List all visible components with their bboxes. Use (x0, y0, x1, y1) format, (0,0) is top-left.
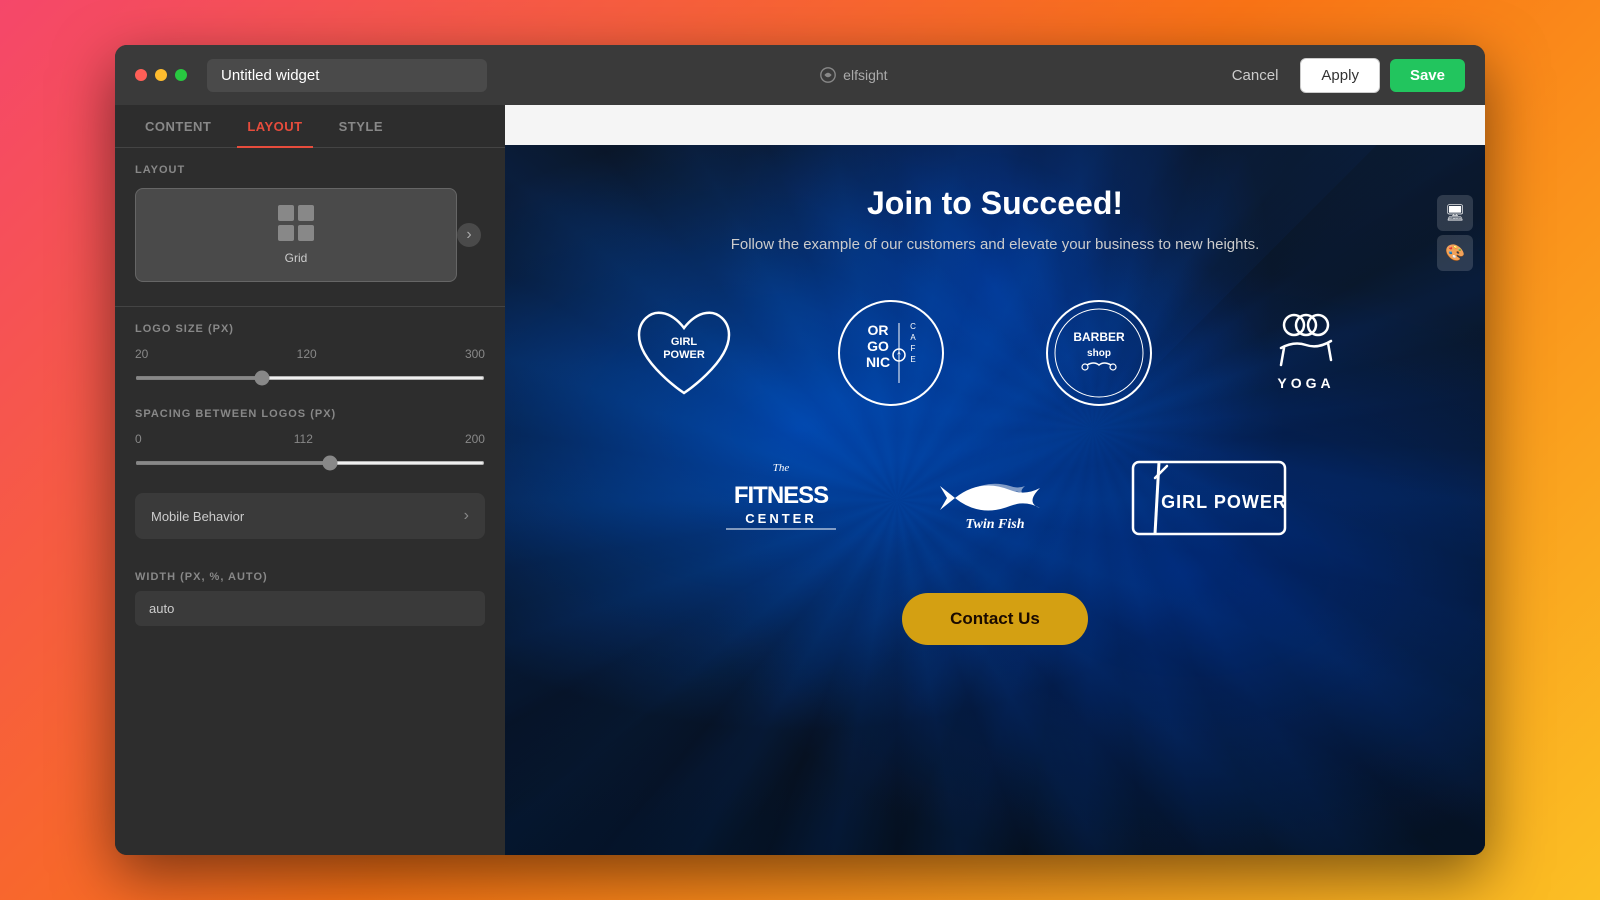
svg-text:Twin Fish: Twin Fish (965, 517, 1024, 532)
header-bar: elfsight Cancel Apply Save (115, 45, 1485, 105)
svg-text:F: F (911, 344, 916, 353)
fullscreen-button[interactable] (175, 69, 187, 81)
close-button[interactable] (135, 69, 147, 81)
mobile-behavior-row[interactable]: Mobile Behavior › (135, 493, 485, 539)
minimize-button[interactable] (155, 69, 167, 81)
logo-grid-row2: The FITNESS CENTER (690, 443, 1301, 553)
divider-1 (115, 306, 505, 307)
tab-layout[interactable]: LAYOUT (237, 105, 312, 148)
logo-size-range-row: 20 120 300 (135, 347, 485, 361)
logo-size-label: LOGO SIZE (PX) (135, 323, 485, 335)
svg-text:The: The (773, 462, 790, 474)
save-button[interactable]: Save (1390, 59, 1465, 92)
logo-size-current: 120 (297, 347, 317, 361)
spacing-slider[interactable] (135, 461, 485, 465)
layout-next-button[interactable]: › (457, 223, 481, 247)
contact-button[interactable]: Contact Us (902, 593, 1088, 645)
side-toolbar: 🖥 🎨 (1437, 195, 1473, 271)
spacing-min: 0 (135, 432, 142, 446)
preview-area: 🖥 🎨 Join to Succeed! Follow the example … (505, 105, 1485, 855)
tab-style[interactable]: STYLE (329, 105, 393, 147)
logo-girl-power-alt: GIRL POWER (1117, 443, 1301, 553)
preview-subtitle: Follow the example of our customers and … (731, 236, 1260, 253)
width-section: WIDTH (PX, %, AUTO) (115, 571, 505, 642)
logo-size-slider[interactable] (135, 376, 485, 380)
cancel-button[interactable]: Cancel (1220, 59, 1291, 92)
spacing-section: SPACING BETWEEN LOGOS (PX) 0 112 200 (115, 408, 505, 493)
logo-fitness-center: The FITNESS CENTER (690, 443, 874, 553)
svg-text:NIC: NIC (866, 354, 890, 370)
header-actions: Cancel Apply Save (1220, 58, 1465, 93)
mobile-behavior-chevron: › (464, 507, 469, 525)
logo-organic-cafe: OR GO NIC C A F E (803, 293, 980, 413)
svg-text:A: A (911, 333, 917, 342)
spacing-label: SPACING BETWEEN LOGOS (PX) (135, 408, 485, 420)
svg-text:OR: OR (868, 322, 889, 338)
svg-text:GIRL: GIRL (671, 336, 698, 348)
svg-text:POWER: POWER (663, 349, 705, 361)
style-paint-button[interactable]: 🎨 (1437, 235, 1473, 271)
preview-content: Join to Succeed! Follow the example of o… (505, 145, 1485, 665)
svg-text:shop: shop (1087, 348, 1111, 359)
svg-text:E: E (911, 355, 916, 364)
svg-text:YOGA: YOGA (1277, 375, 1334, 391)
width-input[interactable] (135, 591, 485, 626)
svg-text:GO: GO (867, 338, 889, 354)
logo-barber-shop: BARBER shop (1010, 293, 1187, 413)
svg-text:C: C (910, 322, 916, 331)
mobile-behavior-section: Mobile Behavior › (115, 493, 505, 571)
logo-twin-fish: Twin Fish (903, 443, 1087, 553)
svg-text:CENTER: CENTER (746, 511, 817, 526)
mobile-behavior-label: Mobile Behavior (151, 509, 244, 524)
spacing-range-row: 0 112 200 (135, 432, 485, 446)
grid-layout-label: Grid (285, 251, 308, 265)
spacing-current: 112 (294, 432, 313, 446)
body-area: CONTENT LAYOUT STYLE LAYOUT Grid (115, 105, 1485, 855)
svg-text:FITNESS: FITNESS (734, 482, 829, 509)
logo-size-min: 20 (135, 347, 148, 361)
spacing-max: 200 (465, 432, 485, 446)
logo-size-section: LOGO SIZE (PX) 20 120 300 (115, 323, 505, 408)
grid-layout-option[interactable]: Grid (135, 188, 457, 282)
tab-content[interactable]: CONTENT (135, 105, 221, 147)
layout-section-label: LAYOUT (135, 164, 485, 176)
widget-title-input[interactable] (207, 59, 487, 92)
apply-button[interactable]: Apply (1300, 58, 1380, 93)
preview-bg: 🖥 🎨 Join to Succeed! Follow the example … (505, 145, 1485, 855)
svg-text:GIRL POWER: GIRL POWER (1161, 492, 1287, 512)
preview-top-bar (505, 105, 1485, 145)
desktop-view-button[interactable]: 🖥 (1437, 195, 1473, 231)
brand-name: elfsight (843, 67, 887, 83)
logo-yoga: YOGA (1217, 293, 1394, 413)
logo-girl-power: GIRL POWER (596, 293, 773, 413)
logo-grid-row1: GIRL POWER OR GO NIC (596, 293, 1395, 413)
logo-size-max: 300 (465, 347, 485, 361)
layout-section: LAYOUT Grid › (115, 164, 505, 298)
width-label: WIDTH (PX, %, AUTO) (135, 571, 485, 583)
sidebar-tabs: CONTENT LAYOUT STYLE (115, 105, 505, 148)
grid-icon (278, 205, 314, 241)
svg-text:BARBER: BARBER (1073, 330, 1125, 344)
app-window: elfsight Cancel Apply Save CONTENT LAYOU… (115, 45, 1485, 855)
brand-logo: elfsight (499, 66, 1208, 84)
preview-title: Join to Succeed! (867, 185, 1123, 222)
sidebar: CONTENT LAYOUT STYLE LAYOUT Grid (115, 105, 505, 855)
